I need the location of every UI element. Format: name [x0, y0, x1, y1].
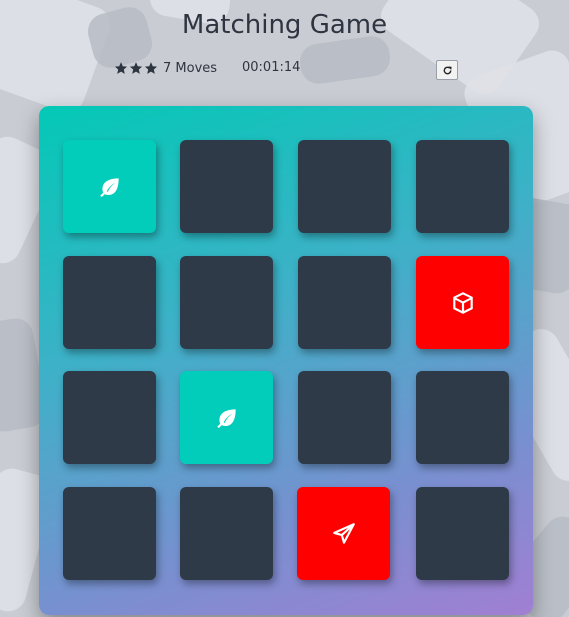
card[interactable]: [416, 371, 509, 464]
card[interactable]: [63, 256, 156, 349]
star-icon: [114, 61, 128, 75]
card[interactable]: [298, 371, 391, 464]
card-deck: [39, 106, 533, 615]
card[interactable]: [297, 487, 390, 580]
restart-icon: [443, 65, 452, 74]
moves-count: 7: [163, 60, 172, 76]
card[interactable]: [63, 487, 156, 580]
card[interactable]: [298, 140, 391, 233]
card[interactable]: [180, 256, 273, 349]
restart-button[interactable]: [436, 60, 458, 80]
paper-plane-icon: [332, 522, 355, 544]
star-icon: [144, 61, 158, 75]
star-icon: [129, 61, 143, 75]
score-panel: 7 Moves: [114, 59, 217, 77]
timer: 00:01:14: [242, 60, 301, 75]
moves-label: Moves: [175, 60, 218, 76]
page-title: Matching Game: [181, 10, 388, 40]
card[interactable]: [416, 256, 509, 349]
cube-icon: [452, 291, 473, 314]
card[interactable]: [180, 487, 273, 580]
leaf-icon: [99, 177, 119, 197]
star-rating: [114, 61, 158, 75]
card[interactable]: [180, 140, 273, 233]
card[interactable]: [416, 487, 509, 580]
leaf-icon: [216, 408, 236, 428]
card[interactable]: [180, 371, 273, 464]
card[interactable]: [63, 371, 156, 464]
card[interactable]: [63, 140, 156, 233]
card[interactable]: [298, 256, 391, 349]
card[interactable]: [416, 140, 509, 233]
